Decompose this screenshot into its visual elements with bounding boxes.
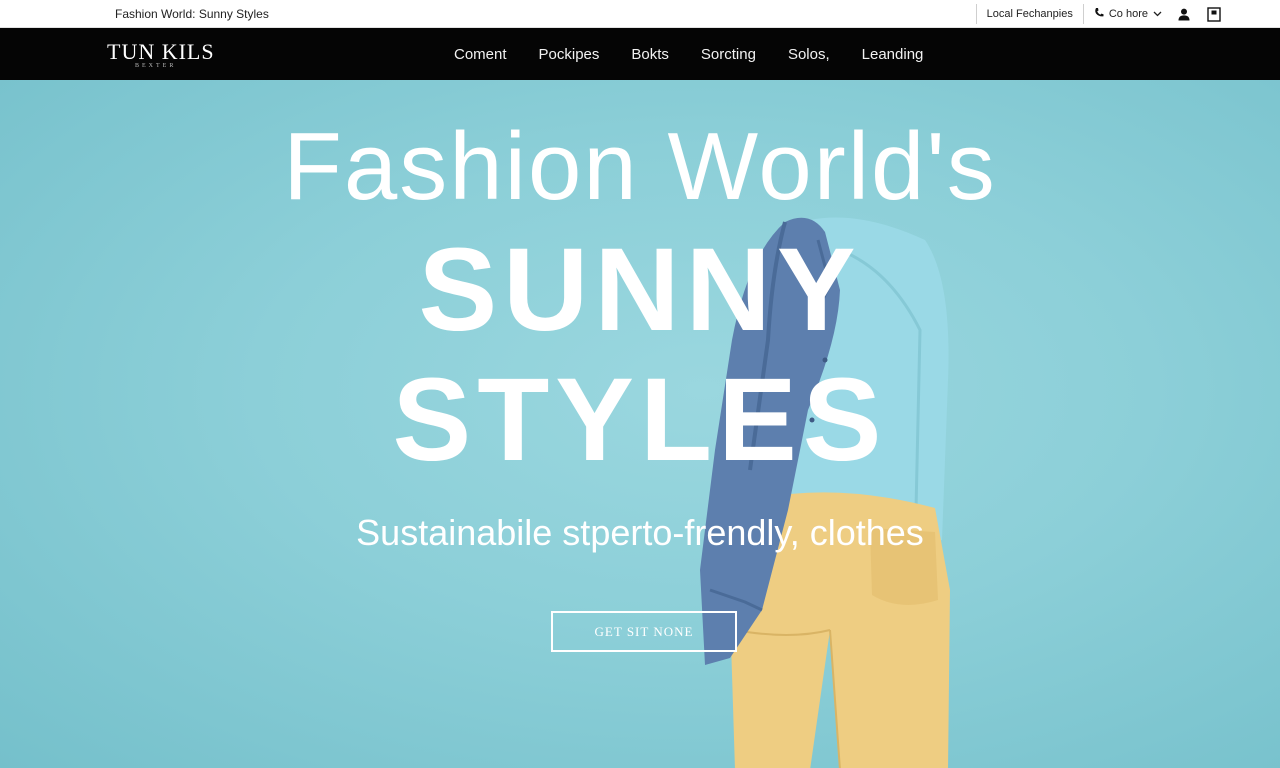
bag-icon[interactable]	[1206, 6, 1222, 22]
nav-menu: Coment Pockipes Bokts Sorcting Solos, Le…	[438, 28, 939, 80]
site-tagline: Fashion World: Sunny Styles	[115, 7, 269, 21]
cta-button[interactable]: GET SIT NONE	[551, 611, 737, 652]
hero-title-line3: STYLES	[392, 354, 888, 486]
main-navigation: TUN KILS BEXTER Coment Pockipes Bokts So…	[0, 28, 1280, 80]
divider	[1082, 4, 1084, 24]
hero-banner: Fashion World's SUNNY STYLES Sustainabil…	[0, 80, 1280, 768]
logo-text: TUN KILS	[107, 39, 215, 64]
nav-item-bokts[interactable]: Bokts	[615, 46, 685, 63]
nav-item-sorcting[interactable]: Sorcting	[685, 46, 772, 63]
nav-item-coment[interactable]: Coment	[438, 46, 523, 63]
brand-logo[interactable]: TUN KILS BEXTER	[107, 39, 215, 70]
hero-subtitle: Sustainabile stperto-frendly, clothes	[356, 512, 924, 553]
user-icon[interactable]	[1176, 6, 1192, 22]
nav-item-pockipes[interactable]: Pockipes	[523, 46, 616, 63]
nav-item-leanding[interactable]: Leanding	[846, 46, 940, 63]
contact-label: Co hore	[1108, 8, 1148, 20]
phone-icon	[1094, 7, 1104, 21]
hero-title-line1: Fashion World's	[283, 113, 997, 220]
hero-title-line2: SUNNY	[418, 224, 862, 356]
contact-dropdown[interactable]: Co hore	[1094, 7, 1162, 21]
divider	[975, 4, 977, 24]
local-link[interactable]: Local Fechanpies	[987, 8, 1073, 20]
chevron-down-icon	[1153, 8, 1162, 20]
utility-bar: Fashion World: Sunny Styles Local Fechan…	[0, 0, 1280, 28]
utility-links: Local Fechanpies Co hore	[966, 0, 1222, 28]
nav-item-solos[interactable]: Solos,	[772, 46, 846, 63]
